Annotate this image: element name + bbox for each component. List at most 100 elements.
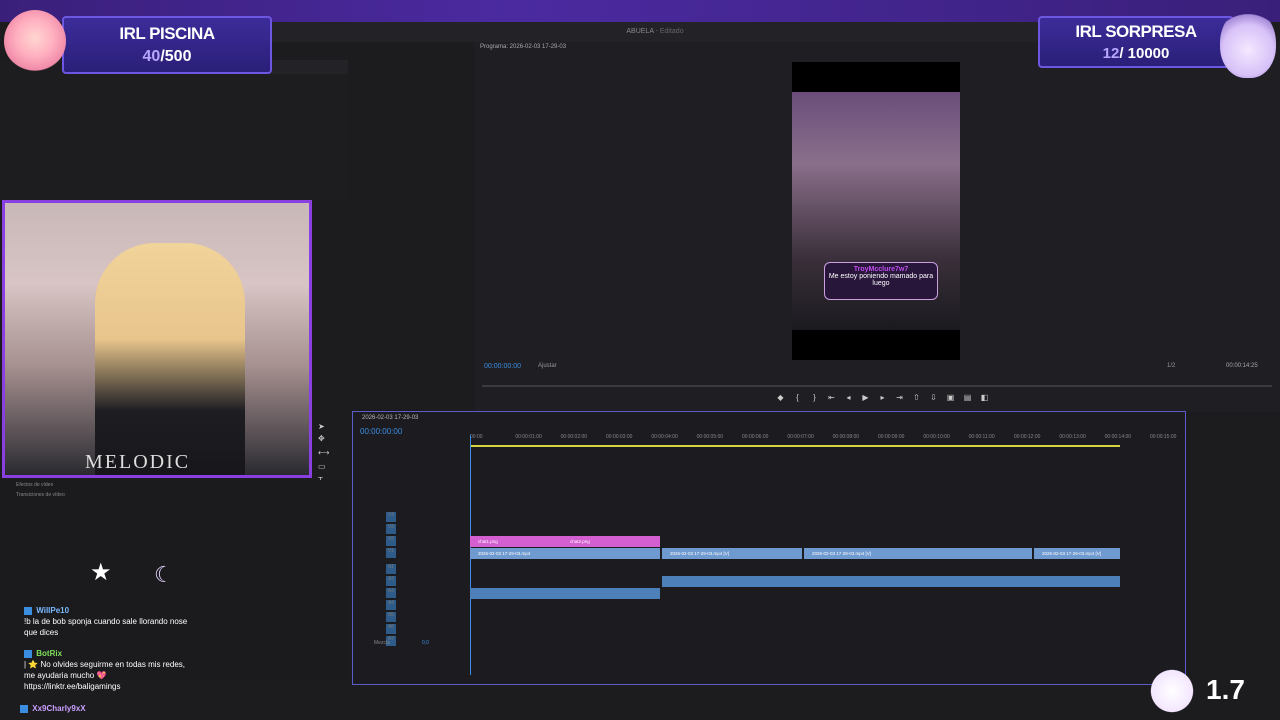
- ruler-tick: 00:00:01:00: [515, 434, 542, 440]
- clip-a2-audio[interactable]: [662, 576, 1120, 587]
- ruler-tick: 00:00:10:00: [923, 434, 950, 440]
- effects-transitions-folder[interactable]: Transiciones de vídeo: [16, 492, 65, 498]
- streamer-image: [95, 243, 245, 475]
- step-forward-icon[interactable]: ▸: [878, 393, 887, 402]
- star-icon: ★: [90, 559, 112, 586]
- clip-a3-audio[interactable]: [470, 588, 660, 599]
- track-a6-label: A6: [387, 624, 395, 630]
- clip-v2-chat2[interactable]: chat2.png: [562, 536, 660, 547]
- transport-controls: ◆ { } ⇤ ◂ ▶ ▸ ⇥ ⇧ ⇩ ▣ ▤ ◧: [776, 393, 989, 405]
- ruler-tick: 00:00:12:00: [1014, 434, 1041, 440]
- sequence-tab[interactable]: 2026-02-03 17-29-03: [362, 415, 418, 421]
- mix-label: Mezcla: [374, 640, 390, 646]
- project-panel: [0, 60, 348, 200]
- badge-icon: [24, 606, 32, 615]
- multi-icon[interactable]: ▤: [963, 393, 972, 402]
- ruler-tick: 00:00:08:00: [832, 434, 860, 440]
- clip-v1-3[interactable]: 2026-02-03 17-29-03.mp4 [V]: [804, 548, 1032, 559]
- ruler-tick: 00:00:11:00: [968, 434, 995, 440]
- track-v1-label: V1: [387, 548, 395, 554]
- work-area-bar[interactable]: [470, 445, 1120, 447]
- ruler-tick: 00:00:09:00: [878, 434, 905, 440]
- move-tool-icon[interactable]: ✥: [318, 434, 328, 444]
- clip-v1-1[interactable]: 2026-02-03 17-29-03.mp4: [470, 548, 660, 559]
- window-subtitle: - Editado: [655, 28, 684, 35]
- moon-icon: ☾: [154, 562, 174, 587]
- mark-in-icon[interactable]: {: [793, 393, 802, 402]
- program-duration: 00:00:14:25: [1226, 363, 1258, 369]
- video-chat-username: TroyMcclure7w7: [853, 266, 909, 273]
- time-ruler[interactable]: 00:00 00:00:01:00 00:00:02:00 00:00:03:00 00…: [470, 432, 1176, 444]
- camera-icon[interactable]: ▣: [946, 393, 955, 402]
- webcam-overlay: MELODIC: [2, 200, 312, 478]
- effects-video-folder[interactable]: Efectos de vídeo: [16, 482, 53, 488]
- vr-icon[interactable]: ◧: [980, 393, 989, 402]
- ruler-tick: 00:00:05:00: [696, 434, 724, 440]
- version-number: 1.7: [1206, 674, 1245, 705]
- counter-current: 12: [1102, 45, 1120, 62]
- chat-message: Xx9Charly9xX: [20, 703, 188, 714]
- counter-value: 12/ 10000: [1040, 45, 1232, 62]
- editor-title-bar: ABUELA - Editado: [270, 22, 1040, 42]
- video-chat-message: Me estoy poniendo mamado para luego: [828, 273, 934, 287]
- clip-v2-chat1[interactable]: chat1.png: [470, 536, 562, 547]
- resolution-dropdown[interactable]: 1/2: [1167, 363, 1175, 369]
- sequence-timecode[interactable]: 00:00:00:00: [360, 427, 402, 436]
- ruler-tick: 00:00:02:00: [560, 434, 588, 440]
- counter-current: 40: [142, 48, 161, 65]
- counter-total: / 10000: [1119, 45, 1170, 62]
- rect-tool-icon[interactable]: ▭: [318, 462, 328, 472]
- counter-total: /500: [160, 48, 192, 65]
- window-title: ABUELA: [626, 28, 654, 35]
- track-v3-label: V3: [387, 524, 395, 530]
- chat-username: BotRix: [36, 649, 63, 658]
- potion-icon: [1220, 8, 1276, 78]
- ruler-tick: 00:00:04:00: [651, 434, 678, 440]
- program-scrubber[interactable]: [482, 385, 1272, 387]
- chat-username: Xx9Charly9xX: [32, 704, 86, 713]
- ruler-tick: 00:00:03:00: [606, 434, 633, 440]
- mix-value[interactable]: 0,0: [422, 640, 429, 646]
- extract-icon[interactable]: ⇩: [929, 393, 938, 402]
- track-a4-label: A4: [387, 600, 395, 606]
- badge-icon: [20, 704, 28, 713]
- cat-mascot-icon: [1148, 666, 1196, 716]
- ruler-tick: 00:00: [470, 434, 483, 440]
- mark-out-icon[interactable]: }: [810, 393, 819, 402]
- chat-message: BotRix | ⭐ No olvides seguirme en todas …: [24, 648, 192, 692]
- chat-text: !b la de bob sponja cuando sale llorando…: [24, 617, 188, 637]
- irl-piscina-counter: IRL PISCINA 40/500: [62, 16, 272, 74]
- chat-username: WillPe10: [36, 606, 70, 615]
- shirt-text: MELODIC: [85, 451, 191, 473]
- selection-tool-icon[interactable]: ➤: [318, 422, 328, 432]
- ruler-tick: 00:00:14:00: [1104, 434, 1132, 440]
- lift-icon[interactable]: ⇧: [912, 393, 921, 402]
- track-a2-label: A2: [387, 576, 395, 582]
- go-to-out-icon[interactable]: ⇥: [895, 393, 904, 402]
- track-v2-label: V2: [387, 536, 395, 542]
- clip-v1-4[interactable]: 2026-02-03 17-29-03.mp4 [V]: [1034, 548, 1120, 559]
- irl-sorpresa-counter: IRL SORPRESA 12/ 10000: [1038, 16, 1234, 68]
- ripple-tool-icon[interactable]: ⟷: [318, 448, 329, 458]
- program-monitor-label[interactable]: Programa: 2026-02-03 17-29-03: [480, 44, 566, 50]
- chat-message: WillPe10 !b la de bob sponja cuando sale…: [24, 605, 192, 638]
- ruler-tick: 00:00:15:00: [1150, 434, 1177, 440]
- ruler-tick: 00:00:07:00: [787, 434, 814, 440]
- go-to-in-icon[interactable]: ⇤: [827, 393, 836, 402]
- project-panel-header: [270, 60, 348, 74]
- counter-title: IRL SORPRESA: [1075, 22, 1197, 41]
- step-back-icon[interactable]: ◂: [844, 393, 853, 402]
- marker-icon[interactable]: ◆: [776, 393, 785, 402]
- streamer-avatar: [4, 10, 66, 72]
- program-video[interactable]: TroyMcclure7w7 Me estoy poniendo mamado …: [792, 62, 960, 360]
- program-timecode[interactable]: 00:00:00:00: [484, 363, 521, 370]
- video-chat-bubble: TroyMcclure7w7 Me estoy poniendo mamado …: [824, 262, 938, 300]
- video-frame-content: TroyMcclure7w7 Me estoy poniendo mamado …: [792, 92, 960, 330]
- badge-icon: [24, 649, 32, 658]
- fit-dropdown[interactable]: Ajustar: [538, 363, 557, 369]
- play-icon[interactable]: ▶: [861, 393, 870, 402]
- counter-title: IRL PISCINA: [119, 24, 215, 43]
- ruler-tick: 00:00:06:00: [742, 434, 769, 440]
- track-a3-label: A3: [387, 588, 395, 594]
- clip-v1-2[interactable]: 2026-02-03 17-29-03.mp4 [V]: [662, 548, 802, 559]
